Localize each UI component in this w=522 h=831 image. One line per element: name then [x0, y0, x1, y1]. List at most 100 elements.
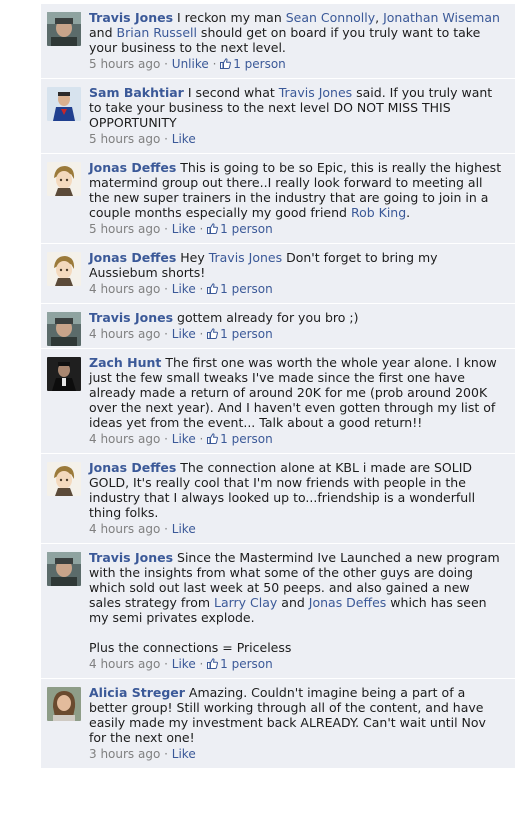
comment-item: Travis Jones I reckon my man Sean Connol… — [41, 4, 515, 79]
timestamp: 3 hours ago — [89, 747, 161, 761]
author-link[interactable]: Jonas Deffes — [89, 460, 176, 475]
like-button[interactable]: Like — [172, 222, 196, 236]
comment-content: Travis Jones gottem already for you bro … — [89, 310, 505, 342]
comment-meta: 4 hours ago · Like · 1 person — [89, 327, 505, 342]
comment-meta: 4 hours ago · Like — [89, 522, 505, 537]
like-button[interactable]: Like — [172, 432, 196, 446]
author-link[interactable]: Travis Jones — [89, 310, 173, 325]
comment-item: Jonas Deffes This is going to be so Epic… — [41, 154, 515, 244]
avatar-alicia[interactable] — [47, 687, 81, 721]
author-link[interactable]: Zach Hunt — [89, 355, 161, 370]
separator: · — [160, 432, 172, 446]
comment-item: Sam Bakhtiar I second what Travis Jones … — [41, 79, 515, 154]
like-count-link[interactable]: 1 person — [207, 432, 273, 446]
comment-body: Jonas Deffes Hey Travis Jones Don't forg… — [89, 250, 442, 280]
comment-text: I second what — [183, 85, 279, 100]
avatar-jonas[interactable] — [47, 162, 81, 196]
comment-text: . — [406, 205, 411, 220]
separator: · — [160, 657, 172, 671]
separator: · — [160, 282, 172, 296]
comment-text: Hey — [176, 250, 209, 265]
separator: · — [160, 747, 172, 761]
mention-link[interactable]: Jonathan Wiseman — [383, 10, 500, 25]
mention-link[interactable]: Travis Jones — [279, 85, 352, 100]
comment-body: Travis Jones Since the Mastermind Ive La… — [89, 550, 504, 655]
timestamp: 4 hours ago — [89, 282, 161, 296]
comment-item: Travis Jones Since the Mastermind Ive La… — [41, 544, 515, 679]
like-button[interactable]: Like — [172, 282, 196, 296]
comment-content: Travis Jones Since the Mastermind Ive La… — [89, 550, 505, 672]
timestamp: 5 hours ago — [89, 57, 161, 71]
separator: · — [160, 327, 172, 341]
comment-item: Travis Jones gottem already for you bro … — [41, 304, 515, 349]
like-count-link[interactable]: 1 person — [207, 222, 273, 236]
like-count-link[interactable]: 1 person — [207, 327, 273, 341]
comment-meta: 5 hours ago · Like — [89, 132, 505, 147]
thumbs-up-icon[interactable] — [207, 433, 219, 444]
mention-link[interactable]: Brian Russell — [117, 25, 197, 40]
comment-text: , — [375, 10, 384, 25]
comment-content: Alicia Streger Amazing. Couldn't imagine… — [89, 685, 505, 762]
like-button[interactable]: Like — [172, 657, 196, 671]
comment-body: Travis Jones I reckon my man Sean Connol… — [89, 10, 504, 55]
like-count-link[interactable]: 1 person — [220, 57, 286, 71]
avatar-jonas[interactable] — [47, 462, 81, 496]
comment-meta: 4 hours ago · Like · 1 person — [89, 657, 505, 672]
comment-meta: 3 hours ago · Like — [89, 747, 505, 762]
thumbs-up-icon[interactable] — [207, 283, 219, 294]
like-count-label: 1 person — [220, 432, 273, 446]
author-link[interactable]: Jonas Deffes — [89, 250, 176, 265]
avatar-sam[interactable] — [47, 87, 81, 121]
thumbs-up-icon[interactable] — [207, 658, 219, 669]
comment-body: Zach Hunt The first one was worth the wh… — [89, 355, 501, 430]
mention-link[interactable]: Travis Jones — [209, 250, 282, 265]
like-count-label: 1 person — [220, 657, 273, 671]
comment-body: Jonas Deffes The connection alone at KBL… — [89, 460, 479, 520]
comment-item: Jonas Deffes The connection alone at KBL… — [41, 454, 515, 544]
separator: · — [160, 222, 172, 236]
avatar-travis[interactable] — [47, 12, 81, 46]
like-count-link[interactable]: 1 person — [207, 282, 273, 296]
separator: · — [160, 57, 172, 71]
avatar-travis[interactable] — [47, 312, 81, 346]
unlike-button[interactable]: Unlike — [172, 57, 209, 71]
comment-content: Jonas Deffes This is going to be so Epic… — [89, 160, 505, 237]
comment-content: Jonas Deffes The connection alone at KBL… — [89, 460, 505, 537]
like-button[interactable]: Like — [172, 132, 196, 146]
avatar-travis[interactable] — [47, 552, 81, 586]
avatar-jonas[interactable] — [47, 252, 81, 286]
like-count-link[interactable]: 1 person — [207, 657, 273, 671]
author-link[interactable]: Sam Bakhtiar — [89, 85, 184, 100]
like-button[interactable]: Like — [172, 522, 196, 536]
timestamp: 4 hours ago — [89, 327, 161, 341]
separator: · — [160, 522, 172, 536]
like-button[interactable]: Like — [172, 327, 196, 341]
separator: · — [160, 132, 172, 146]
author-link[interactable]: Jonas Deffes — [89, 160, 176, 175]
thumbs-up-icon[interactable] — [220, 58, 232, 69]
timestamp: 4 hours ago — [89, 432, 161, 446]
comment-body: Travis Jones gottem already for you bro … — [89, 310, 359, 325]
mention-link[interactable]: Jonas Deffes — [309, 595, 387, 610]
author-link[interactable]: Alicia Streger — [89, 685, 185, 700]
comment-body: Alicia Streger Amazing. Couldn't imagine… — [89, 685, 490, 745]
thumbs-up-icon[interactable] — [207, 328, 219, 339]
comment-text: gottem already for you bro ;) — [173, 310, 359, 325]
author-link[interactable]: Travis Jones — [89, 550, 173, 565]
comment-content: Jonas Deffes Hey Travis Jones Don't forg… — [89, 250, 505, 297]
author-link[interactable]: Travis Jones — [89, 10, 173, 25]
comment-feed: Travis Jones I reckon my man Sean Connol… — [41, 0, 515, 769]
like-button[interactable]: Like — [172, 747, 196, 761]
timestamp: 5 hours ago — [89, 222, 161, 236]
comment-item: Alicia Streger Amazing. Couldn't imagine… — [41, 679, 515, 769]
comment-meta: 5 hours ago · Like · 1 person — [89, 222, 505, 237]
avatar-zach[interactable] — [47, 357, 81, 391]
thumbs-up-icon[interactable] — [207, 223, 219, 234]
comment-meta: 4 hours ago · Like · 1 person — [89, 282, 505, 297]
comment-meta: 5 hours ago · Unlike · 1 person — [89, 57, 505, 72]
like-count-label: 1 person — [220, 282, 273, 296]
comment-text: I reckon my man — [173, 10, 286, 25]
mention-link[interactable]: Larry Clay — [214, 595, 277, 610]
mention-link[interactable]: Sean Connolly — [286, 10, 375, 25]
mention-link[interactable]: Rob King — [351, 205, 406, 220]
